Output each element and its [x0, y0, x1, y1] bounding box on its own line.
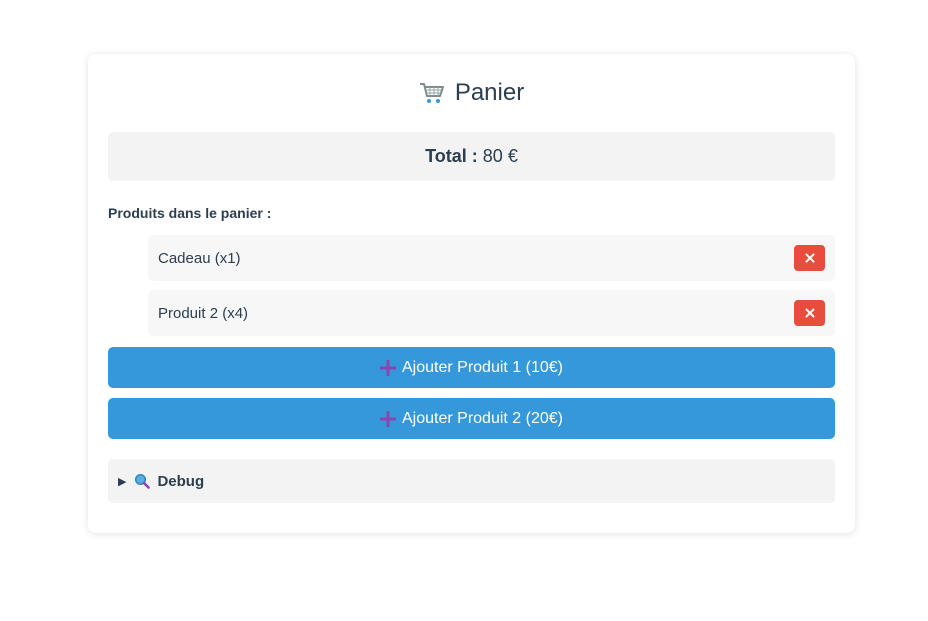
debug-toggle[interactable]: ▶ Debug	[108, 459, 835, 503]
add-product-1-button[interactable]: Ajouter Produit 1 (10€)	[108, 347, 835, 388]
add-product-1-label: Ajouter Produit 1 (10€)	[402, 358, 563, 376]
magnifier-icon	[134, 473, 151, 489]
page-title: Panier	[108, 78, 835, 108]
close-icon	[805, 306, 815, 321]
total-box: Total : 80 €	[108, 132, 835, 181]
list-item: Cadeau (x1)	[148, 235, 835, 281]
close-icon	[805, 251, 815, 266]
shopping-cart-icon	[419, 81, 445, 105]
remove-item-button[interactable]	[794, 245, 825, 271]
total-value: 80 €	[482, 146, 518, 166]
product-label: Produit 2 (x4)	[158, 304, 249, 322]
product-label: Cadeau (x1)	[158, 249, 241, 267]
debug-label: Debug	[157, 472, 205, 490]
product-list: Cadeau (x1) Produit 2 (x4)	[148, 235, 835, 336]
disclosure-triangle-icon: ▶	[118, 475, 127, 488]
cart-title-text: Panier	[454, 79, 525, 106]
plus-icon	[379, 410, 397, 427]
products-heading: Produits dans le panier :	[108, 205, 272, 221]
plus-icon	[379, 359, 397, 376]
total-label: Total :	[425, 146, 478, 166]
list-item: Produit 2 (x4)	[148, 290, 835, 336]
add-product-2-button[interactable]: Ajouter Produit 2 (20€)	[108, 398, 835, 439]
remove-item-button[interactable]	[794, 300, 825, 326]
add-product-2-label: Ajouter Produit 2 (20€)	[402, 409, 563, 427]
cart-card: Panier Total : 80 € Produits dans le pan…	[88, 54, 855, 533]
